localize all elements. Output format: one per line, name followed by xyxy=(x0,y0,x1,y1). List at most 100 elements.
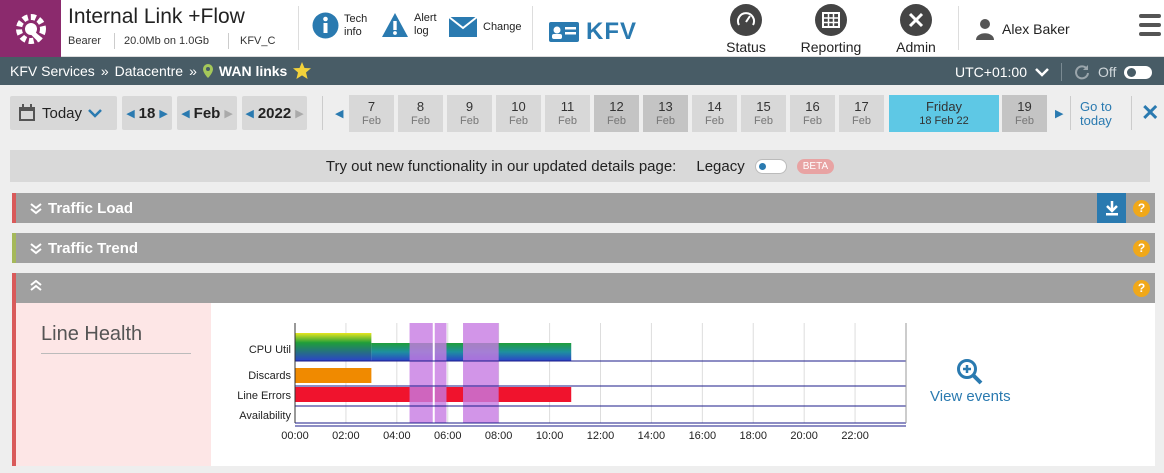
refresh-icon[interactable] xyxy=(1074,64,1090,80)
day-tab[interactable]: 11 Feb xyxy=(545,95,590,132)
year-select[interactable]: ◀ 2022 ▶ xyxy=(242,96,307,130)
chevron-down-icon[interactable] xyxy=(1035,67,1049,77)
day-tab-number: 10 xyxy=(511,99,526,114)
day-tab-weekend[interactable]: 12 Feb xyxy=(594,95,639,132)
day-tab-month: Feb xyxy=(509,115,528,127)
alert-icon xyxy=(382,13,408,37)
brand-logo: KFV xyxy=(586,18,637,45)
help-icon[interactable]: ? xyxy=(1133,200,1150,217)
breadcrumb-item[interactable]: Datacentre xyxy=(115,63,183,79)
nav-reporting[interactable]: Reporting xyxy=(798,4,864,55)
day-tab-month: Feb xyxy=(460,115,479,127)
day-tab-month: Feb xyxy=(362,115,381,127)
nav-status[interactable]: Status xyxy=(722,4,770,55)
contact-card-icon xyxy=(549,22,579,42)
hamburger-menu-icon[interactable] xyxy=(1139,14,1161,41)
today-select[interactable]: Today xyxy=(10,96,117,130)
divider xyxy=(228,33,229,49)
next-month-icon[interactable]: ▶ xyxy=(220,107,236,120)
x-tick-label: 20:00 xyxy=(790,430,818,442)
day-tab-number: 9 xyxy=(465,99,474,114)
x-tick-label: 04:00 xyxy=(383,430,411,442)
day-tab[interactable]: 8 Feb xyxy=(398,95,443,132)
day-tab[interactable]: 7 Feb xyxy=(349,95,394,132)
day-select[interactable]: ◀ 18 ▶ xyxy=(122,96,172,130)
user-menu[interactable]: Alex Baker xyxy=(975,18,1070,40)
traffic-trend-panel[interactable]: Traffic Trend ? xyxy=(12,233,1155,263)
x-tick-label: 14:00 xyxy=(638,430,666,442)
timezone-select[interactable]: UTC+01:00 xyxy=(955,64,1027,80)
scroll-days-left-icon[interactable]: ◀ xyxy=(331,107,347,120)
prev-month-icon[interactable]: ◀ xyxy=(177,107,193,120)
help-icon[interactable]: ? xyxy=(1133,280,1150,297)
day-tab[interactable]: 16 Feb xyxy=(790,95,835,132)
line-health-panel-header[interactable]: ? xyxy=(12,273,1155,303)
day-tab-number: 19 xyxy=(1017,99,1032,114)
nav-admin-label: Admin xyxy=(896,39,936,55)
month-select[interactable]: ◀ Feb ▶ xyxy=(177,96,237,130)
help-icon[interactable]: ? xyxy=(1133,240,1150,257)
divider xyxy=(298,6,299,50)
day-value: 18 xyxy=(138,104,156,122)
legacy-toggle[interactable] xyxy=(754,158,787,174)
close-icon[interactable]: ✕ xyxy=(1141,100,1159,126)
legacy-label: Legacy xyxy=(696,157,745,175)
bandwidth-label: 20.0Mb on 1.0Gb xyxy=(124,35,210,47)
double-chevron-up-icon xyxy=(30,280,42,291)
calendar-icon xyxy=(19,104,35,121)
user-icon xyxy=(976,19,994,40)
prev-day-icon[interactable]: ◀ xyxy=(122,107,138,120)
day-tab-weekend[interactable]: 13 Feb xyxy=(643,95,688,132)
scroll-days-right-icon[interactable]: ▶ xyxy=(1051,107,1067,120)
day-tab-selected[interactable]: Friday 18 Feb 22 xyxy=(889,95,999,132)
day-tab-number: 12 xyxy=(609,99,624,114)
discards-bar xyxy=(295,368,372,383)
x-tick-label: 16:00 xyxy=(689,430,717,442)
traffic-load-title: Traffic Load xyxy=(48,200,134,217)
tools-icon xyxy=(900,4,932,36)
go-to-today-link[interactable]: Go to today xyxy=(1080,100,1112,128)
bearer-label: Bearer xyxy=(68,35,102,47)
line-health-title: Line Health xyxy=(41,323,191,354)
day-tab[interactable]: 17 Feb xyxy=(839,95,884,132)
x-tick-label: 12:00 xyxy=(587,430,615,442)
view-events-label: View events xyxy=(930,388,1011,405)
day-tab-number: 8 xyxy=(416,99,425,114)
alert-log-label: Alert log xyxy=(414,12,437,37)
change-label: Change xyxy=(483,20,522,33)
day-tab[interactable]: 10 Feb xyxy=(496,95,541,132)
double-chevron-down-icon xyxy=(30,242,42,254)
line-health-chart: CPU Util Discards Line Errors Availability 0… xyxy=(237,323,907,442)
app-logo[interactable] xyxy=(0,0,61,57)
year-value: 2022 xyxy=(257,104,292,122)
nav-admin[interactable]: Admin xyxy=(892,4,940,55)
next-year-icon[interactable]: ▶ xyxy=(291,107,307,120)
day-tab[interactable]: 14 Feb xyxy=(692,95,737,132)
day-tab-number: 13 xyxy=(658,99,673,114)
prev-year-icon[interactable]: ◀ xyxy=(241,107,257,120)
day-tab[interactable]: 15 Feb xyxy=(741,95,786,132)
brand-block: KFV xyxy=(548,18,637,46)
x-tick-label: 22:00 xyxy=(841,430,869,442)
alert-log-button[interactable]: Alert log xyxy=(381,12,437,38)
breadcrumb-item[interactable]: KFV Services xyxy=(10,63,95,79)
tech-info-button[interactable]: Tech info xyxy=(312,12,367,39)
line-health-sidebar: Line Health xyxy=(16,303,211,466)
day-tab-weekend[interactable]: 19 Feb xyxy=(1002,95,1047,132)
settings-gear-icon xyxy=(15,13,46,44)
download-button[interactable] xyxy=(1097,193,1126,223)
nav-reporting-label: Reporting xyxy=(800,39,862,55)
x-tick-label: 02:00 xyxy=(332,430,360,442)
next-day-icon[interactable]: ▶ xyxy=(155,107,171,120)
zoom-in-icon xyxy=(957,359,983,385)
change-button[interactable]: Change xyxy=(448,16,522,38)
day-tab[interactable]: 9 Feb xyxy=(447,95,492,132)
traffic-load-panel[interactable]: Traffic Load ? xyxy=(12,193,1155,223)
x-tick-label: 00:00 xyxy=(281,430,309,442)
notice-text: Try out new functionality in our updated… xyxy=(325,157,677,175)
auto-refresh-toggle[interactable] xyxy=(1124,65,1153,79)
star-icon[interactable] xyxy=(293,62,312,79)
view-events-button[interactable]: View events xyxy=(930,358,1011,405)
day-tab-month: Feb xyxy=(411,115,430,127)
envelope-icon xyxy=(448,16,478,37)
